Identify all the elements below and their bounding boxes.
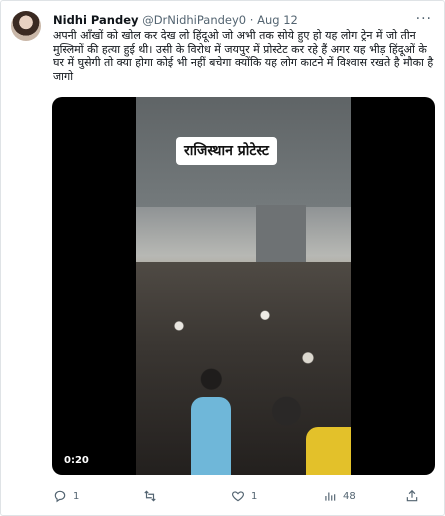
tweet-date[interactable]: Aug 12 [257,13,298,27]
author-name[interactable]: Nidhi Pandey [53,13,139,27]
avatar[interactable] [11,11,41,41]
like-button[interactable]: 1 [231,487,257,505]
views-count: 48 [343,490,356,502]
like-count: 1 [251,490,258,502]
author-handle[interactable]: @DrNidhiPandey0 [142,13,246,27]
video-person [306,427,351,475]
video-overlay-text: राजिस्थान प्रोटेस्ट [176,137,277,165]
tweet-header: Nidhi Pandey @DrNidhiPandey0 · Aug 12 [53,13,432,28]
action-bar: 1 1 48 [53,487,435,505]
retweet-icon [144,490,156,502]
reply-count: 1 [73,490,80,502]
retweet-button[interactable] [143,487,163,505]
tweet-card[interactable]: Nidhi Pandey @DrNidhiPandey0 · Aug 12 ··… [0,0,445,516]
heart-icon [231,491,245,502]
tweet-text: अपनी आँखों को खोल कर देख लो हिंदूओ जो अभ… [53,29,434,83]
views-button[interactable]: 48 [323,487,356,505]
share-icon [406,489,418,502]
video-duration: 0:20 [60,454,93,467]
separator-dot: · [249,13,254,27]
reply-icon [54,490,66,503]
video-player[interactable]: राजिस्थान प्रोटेस्ट 0:20 [52,97,435,475]
more-icon[interactable]: ··· [416,11,432,27]
share-button[interactable] [405,487,425,505]
video-person [191,397,231,475]
analytics-icon [325,492,336,501]
reply-button[interactable]: 1 [53,487,79,505]
